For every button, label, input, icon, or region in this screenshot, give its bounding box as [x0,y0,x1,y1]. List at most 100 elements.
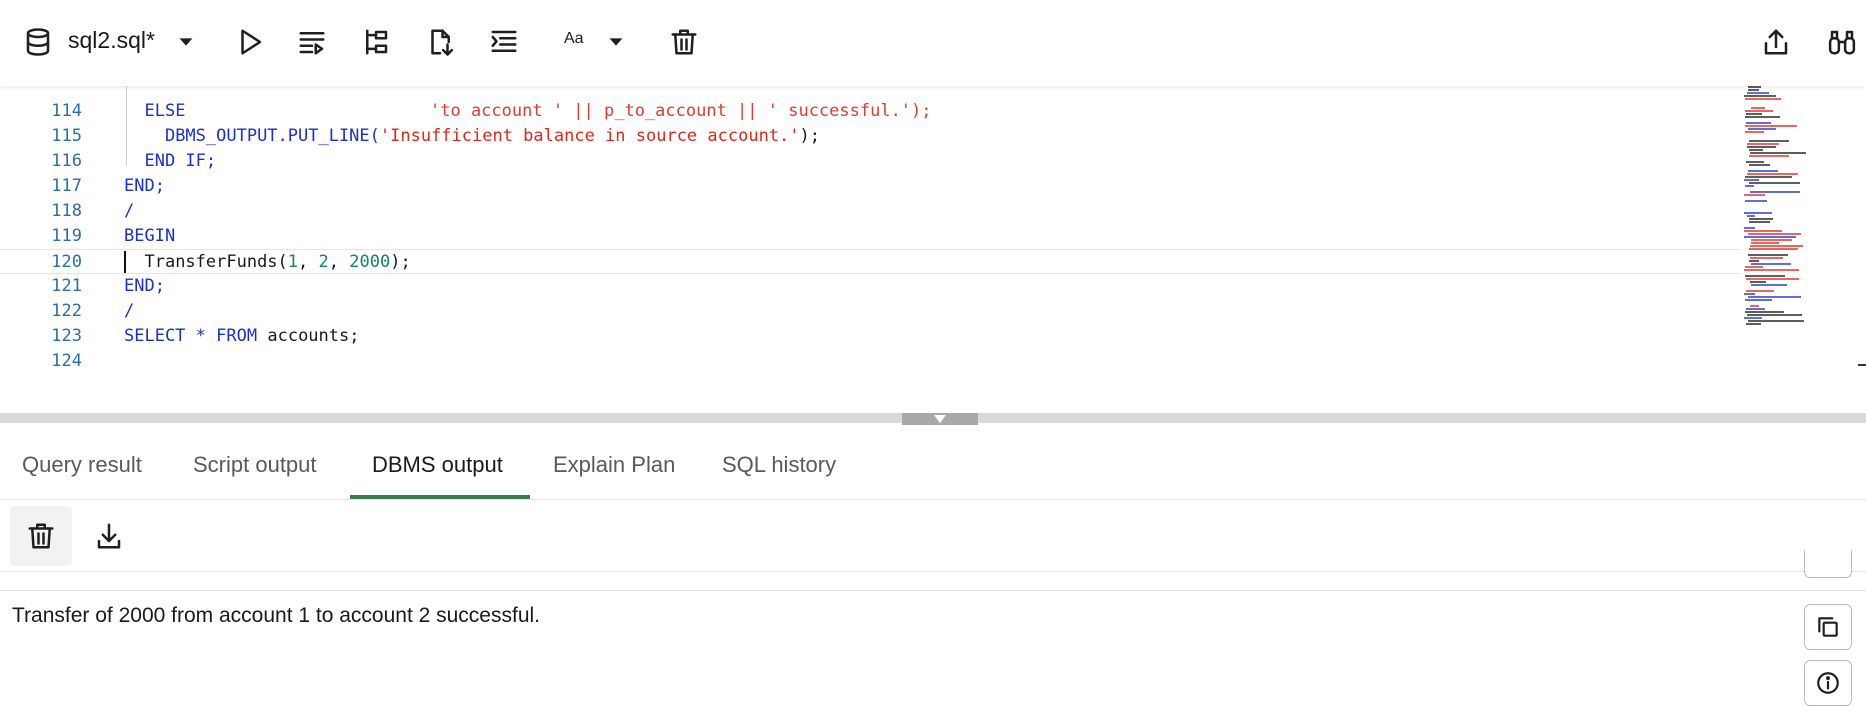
minimap-line [1751,242,1779,244]
line-number: 117 [51,176,82,196]
run-icon[interactable] [230,22,270,62]
minimap-line [1747,143,1779,145]
minimap-line [1745,98,1781,100]
code-line[interactable]: 118 / [0,199,1740,224]
minimap-line [1745,266,1763,268]
minimap-line [1744,236,1796,238]
tab-sql-history[interactable]: SQL history [722,452,836,478]
minimap-line [1750,257,1783,259]
format-icon[interactable] [484,22,524,62]
minimap-line [1748,170,1778,172]
clear-output-icon[interactable] [10,506,72,566]
tab-query-result[interactable]: Query result [22,452,142,478]
minimap-line [1745,275,1785,277]
chevron-down-icon[interactable] [166,22,206,62]
font-size-dropdown-icon[interactable] [596,22,636,62]
download-icon[interactable] [78,506,140,566]
minimap-line [1745,110,1773,112]
text-cursor [124,251,126,273]
minimap-line [1748,320,1804,322]
code-line[interactable]: 114 ELSE [0,99,1740,124]
minimap-line [1749,155,1789,157]
code-line[interactable]: 123 SELECT * FROM accounts; [0,324,1740,349]
minimap-line [1749,140,1789,142]
minimap-line [1744,212,1772,214]
minimap-line [1746,122,1771,124]
minimap-line [1746,161,1764,163]
side-button-partial[interactable] [1804,550,1852,578]
line-number: 116 [51,151,82,171]
minimap-line [1746,278,1799,280]
line-number: 122 [51,301,82,321]
line-number: 121 [51,276,82,296]
minimap-line [1744,179,1759,181]
info-icon[interactable] [1804,660,1852,706]
tab-explain-plan[interactable]: Explain Plan [553,452,675,478]
minimap-line [1749,149,1763,151]
minimap-line [1746,113,1762,115]
active-tab-indicator [350,495,530,499]
font-size-icon[interactable]: Aa [564,30,584,48]
minimap-line [1749,248,1798,250]
copy-icon[interactable] [1804,604,1852,650]
minimap-line [1750,191,1800,193]
share-icon[interactable] [1756,22,1796,62]
minimap-line [1747,173,1798,175]
code-line[interactable]: 117 END; [0,174,1740,199]
code-line[interactable]: 122 / [0,299,1740,324]
minimap-line [1750,152,1806,154]
minimap-line [1746,290,1774,292]
splitter-grip-icon[interactable] [902,413,978,425]
tab-script-output[interactable]: Script output [193,452,317,478]
code-text: END IF; [144,151,217,171]
code-line[interactable]: 116 END IF; [0,149,1740,174]
code-text: / [124,301,135,321]
run-script-icon[interactable] [292,22,332,62]
code-text: END; [124,176,165,196]
line-number: 118 [51,201,82,221]
code-minimap[interactable] [1744,86,1824,346]
minimap-line [1744,230,1782,232]
minimap-line [1751,263,1791,265]
explain-plan-icon[interactable] [356,22,396,62]
minimap-line [1751,284,1787,286]
code-text: TransferFunds(1, 2, 2000); [144,252,411,272]
output-divider [0,590,1866,591]
code-editor[interactable]: 'to account ' || p_to_account || ' succe… [0,86,1866,406]
code-text: END; [124,276,165,296]
code-text: DBMS_OUTPUT.PUT_LINE('Insufficient balan… [164,126,821,146]
code-text: / [124,201,135,221]
minimap-line [1747,215,1755,217]
delete-icon[interactable] [664,22,704,62]
output-tabs: Query result Script output DBMS output E… [0,440,1866,500]
file-name-label[interactable]: sql2.sql* [68,27,155,54]
partial-code-line: 'to account ' || p_to_account || ' succe… [430,101,932,121]
minimap-line [1745,176,1792,178]
minimap-line [1750,281,1766,283]
minimap-line [1751,239,1792,241]
dbms-output-text: Transfer of 2000 from account 1 to accou… [12,604,540,627]
minimap-line [1744,293,1755,295]
save-file-icon[interactable] [420,22,460,62]
code-line[interactable]: 121 END; [0,274,1740,299]
line-number: 120 [51,252,82,272]
minimap-line [1749,260,1759,262]
minimap-line [1746,323,1761,325]
database-icon[interactable] [18,22,58,62]
minimap-line [1745,116,1780,118]
line-number: 123 [51,326,82,346]
tab-dbms-output[interactable]: DBMS output [372,452,503,478]
minimap-line [1745,185,1754,187]
binoculars-icon[interactable] [1822,22,1862,62]
code-line[interactable]: 115 DBMS_OUTPUT.PUT_LINE('Insufficient b… [0,124,1740,149]
editor-toolbar: sql2.sql* Aa [0,0,1866,86]
scroll-marker [1858,364,1866,366]
minimap-line [1748,89,1759,91]
code-line[interactable]: 120 TransferFunds(1, 2, 2000); [0,249,1740,274]
minimap-line [1749,182,1800,184]
minimap-line [1747,146,1776,148]
code-line[interactable]: 124 [0,349,1740,374]
line-number: 115 [51,126,82,146]
pane-splitter[interactable] [0,413,1866,425]
code-line[interactable]: 119 BEGIN [0,224,1740,249]
